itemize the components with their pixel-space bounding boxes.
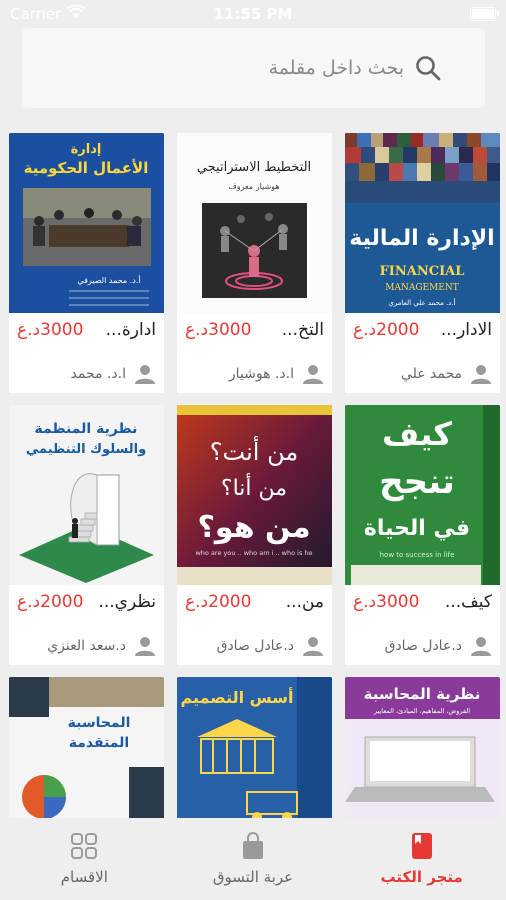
svg-text:التخطيط الاستراتيجي: التخطيط الاستراتيجي (197, 160, 311, 175)
book-card[interactable]: نظرية المنظمة والسلوك التنظيمي نظري... 2… (9, 405, 164, 665)
svg-text:المحاسبة: المحاسبة (68, 715, 131, 731)
svg-text:FINANCIAL: FINANCIAL (380, 264, 465, 279)
book-cover[interactable]: إدارة الأعمال الحكومية أ.د. محمد الصيرفي (9, 133, 164, 313)
battery-icon (470, 7, 499, 21)
book-title: الادار... (440, 320, 492, 340)
tab-categories[interactable]: الاقسام (0, 818, 169, 900)
book-price: 3000د.ع (353, 592, 420, 612)
book-title: نظري... (98, 592, 156, 612)
book-author-row: د.عادل صادق (345, 615, 500, 657)
svg-text:في الحياة: في الحياة (364, 516, 470, 541)
book-info-row: من... 2000د.ع (177, 585, 332, 615)
bottom-tab-bar: متجر الكتب عربة التسوق الاقسام (0, 818, 506, 900)
svg-text:من أنا؟: من أنا؟ (221, 473, 287, 501)
status-left: Carrier (10, 4, 86, 23)
book-cover[interactable]: التخطيط الاستراتيجي هوشيار معروف (177, 133, 332, 313)
svg-text:من أنت؟: من أنت؟ (210, 436, 298, 466)
book-icon (411, 832, 433, 864)
tab-label: عربة التسوق (212, 868, 294, 886)
book-card[interactable]: الإدارة المالية FINANCIAL MANAGEMENT أ.د… (345, 133, 500, 393)
svg-text:من هو؟: من هو؟ (197, 510, 310, 545)
book-cover[interactable]: المحاسبة المتقدمة (9, 677, 164, 818)
book-cover[interactable]: نظرية المحاسبة الفروض، المفاهيم، المبادئ… (345, 677, 500, 818)
book-cover[interactable]: الإدارة المالية FINANCIAL MANAGEMENT أ.د… (345, 133, 500, 313)
svg-text:أ.د. محمد علي العامري: أ.د. محمد علي العامري (388, 298, 455, 307)
svg-text:إدارة: إدارة (71, 142, 102, 157)
svg-text:المتقدمة: المتقدمة (69, 735, 129, 751)
book-info-row: كيف... 3000د.ع (345, 585, 500, 615)
carrier-label: Carrier (10, 5, 62, 23)
book-card[interactable]: كيف تنجح في الحياة how to success in lif… (345, 405, 500, 665)
book-title: من... (285, 592, 324, 612)
book-title: ادارة... (105, 320, 156, 340)
svg-text:الإدارة المالية: الإدارة المالية (349, 226, 494, 251)
book-title: كيف... (444, 592, 492, 612)
categories-icon (70, 832, 98, 864)
wifi-icon (67, 4, 86, 23)
tab-cart[interactable]: عربة التسوق (169, 818, 338, 900)
svg-text:الفروض، المفاهيم، المبادئ، الم: الفروض، المفاهيم، المبادئ، المعايير (373, 707, 470, 715)
book-card[interactable]: المحاسبة المتقدمة (9, 677, 164, 818)
book-info-row: ادارة... 3000د.ع (9, 313, 164, 343)
user-icon (302, 363, 324, 385)
status-bar: Carrier 11:55 PM (0, 0, 506, 28)
svg-text:أسس التصميم: أسس التصميم (181, 687, 294, 707)
book-author: ا.د. هوشيار (228, 366, 294, 382)
user-icon (134, 363, 156, 385)
book-author-row: محمد علي (345, 343, 500, 385)
book-author: محمد علي (400, 366, 462, 382)
svg-text:والسلوك التنظيمي: والسلوك التنظيمي (26, 442, 146, 457)
book-author-row: ا.د. هوشيار (177, 343, 332, 385)
book-card[interactable]: من أنت؟ من أنا؟ من هو؟ who are you .. wh… (177, 405, 332, 665)
book-price: 3000د.ع (17, 320, 84, 340)
book-info-row: التخ... 3000د.ع (177, 313, 332, 343)
book-card[interactable]: أسس التصميم (177, 677, 332, 818)
book-cover[interactable]: كيف تنجح في الحياة how to success in lif… (345, 405, 500, 585)
book-author: د.عادل صادق (216, 638, 294, 654)
user-icon (134, 635, 156, 657)
svg-text:هوشيار معروف: هوشيار معروف (228, 182, 279, 191)
search-icon[interactable] (414, 54, 442, 82)
svg-text:الأعمال الحكومية: الأعمال الحكومية (24, 159, 149, 177)
book-price: 2000د.ع (17, 592, 84, 612)
user-icon (302, 635, 324, 657)
book-card[interactable]: نظرية المحاسبة الفروض، المفاهيم، المبادئ… (345, 677, 500, 818)
svg-text:how to success in life: how to success in life (380, 551, 455, 559)
svg-text:who are you .. who am i .. who: who are you .. who am i .. who is he (195, 549, 312, 557)
book-cover[interactable]: نظرية المنظمة والسلوك التنظيمي (9, 405, 164, 585)
tab-label: الاقسام (60, 868, 108, 886)
svg-text:MANAGEMENT: MANAGEMENT (385, 283, 459, 293)
svg-text:تنجح: تنجح (379, 462, 455, 502)
status-time: 11:55 PM (213, 5, 293, 23)
book-price: 3000د.ع (185, 320, 252, 340)
tab-bookstore[interactable]: متجر الكتب (337, 818, 506, 900)
book-info-row: نظري... 2000د.ع (9, 585, 164, 615)
book-grid: الإدارة المالية FINANCIAL MANAGEMENT أ.د… (8, 133, 500, 818)
user-icon (470, 635, 492, 657)
book-title: التخ... (281, 320, 324, 340)
search-input[interactable] (22, 56, 406, 80)
book-price: 2000د.ع (353, 320, 420, 340)
book-author-row: د.عادل صادق (177, 615, 332, 657)
search-bar[interactable] (22, 28, 485, 108)
book-card[interactable]: التخطيط الاستراتيجي هوشيار معروف التخ...… (177, 133, 332, 393)
svg-text:نظرية المنظمة: نظرية المنظمة (35, 421, 138, 437)
tab-label: متجر الكتب (380, 868, 463, 886)
book-price: 2000د.ع (185, 592, 252, 612)
book-author: د.سعد العنزي (47, 638, 126, 654)
book-cover[interactable]: من أنت؟ من أنا؟ من هو؟ who are you .. wh… (177, 405, 332, 585)
book-cover[interactable]: أسس التصميم (177, 677, 332, 818)
book-author-row: ا.د. محمد (9, 343, 164, 385)
book-info-row: الادار... 2000د.ع (345, 313, 500, 343)
book-author-row: د.سعد العنزي (9, 615, 164, 657)
book-author: د.عادل صادق (384, 638, 462, 654)
book-author: ا.د. محمد (70, 366, 126, 382)
book-card[interactable]: إدارة الأعمال الحكومية أ.د. محمد الصيرفي… (9, 133, 164, 393)
svg-text:كيف: كيف (382, 415, 452, 453)
user-icon (470, 363, 492, 385)
svg-text:أ.د. محمد الصيرفي: أ.د. محمد الصيرفي (77, 275, 140, 285)
svg-text:نظرية المحاسبة: نظرية المحاسبة (364, 685, 481, 703)
shopping-bag-icon (241, 832, 265, 864)
